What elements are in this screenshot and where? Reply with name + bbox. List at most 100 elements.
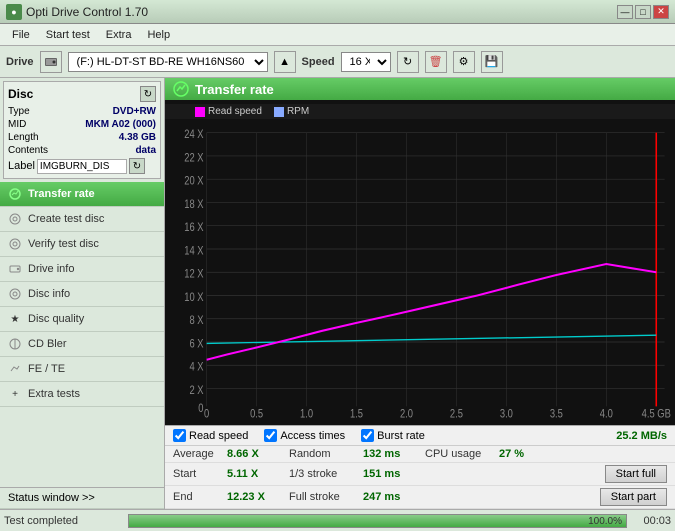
disc-label-input[interactable] <box>37 159 127 174</box>
refresh-button[interactable]: ↻ <box>397 51 419 73</box>
checkboxes-row: Read speed Access times Burst rate 25.2 … <box>165 425 675 445</box>
start-label: Start <box>173 468 223 480</box>
nav-disc-info-label: Disc info <box>28 288 70 300</box>
svg-text:0: 0 <box>204 407 209 420</box>
disc-mid-row: MID MKM A02 (000) <box>8 119 156 130</box>
svg-text:8 X: 8 X <box>189 314 204 328</box>
menu-help[interactable]: Help <box>139 27 178 43</box>
svg-text:3.0: 3.0 <box>500 407 513 420</box>
svg-text:10 X: 10 X <box>184 291 204 305</box>
menu-start-test[interactable]: Start test <box>38 27 98 43</box>
burst-rate-checkbox[interactable] <box>361 429 374 442</box>
erase-button[interactable]: 🗑 <box>425 51 447 73</box>
status-window-button[interactable]: Status window >> <box>0 488 164 509</box>
svg-text:22 X: 22 X <box>184 151 204 165</box>
end-value: 12.23 X <box>227 491 277 503</box>
nav-create-test-disc[interactable]: Create test disc <box>0 207 164 232</box>
verify-disc-icon <box>8 237 22 251</box>
disc-length-row: Length 4.38 GB <box>8 132 156 143</box>
svg-text:2 X: 2 X <box>189 384 204 398</box>
menu-bar: File Start test Extra Help <box>0 24 675 46</box>
nav-disc-info[interactable]: Disc info <box>0 282 164 307</box>
nav-verify-test-disc-label: Verify test disc <box>28 238 99 250</box>
nav-fe-te[interactable]: FE / TE <box>0 357 164 382</box>
disc-label-refresh[interactable]: ↻ <box>129 158 145 174</box>
drive-icon-btn[interactable] <box>40 51 62 73</box>
menu-extra[interactable]: Extra <box>98 27 140 43</box>
disc-label-label: Label <box>8 160 35 172</box>
read-speed-check: Read speed <box>173 429 248 442</box>
cpu-usage-value: 27 % <box>499 448 667 460</box>
eject-button[interactable]: ▲ <box>274 51 296 73</box>
settings-button[interactable]: ⚙ <box>453 51 475 73</box>
svg-text:4.5 GB: 4.5 GB <box>642 407 671 420</box>
legend-read-speed-color <box>195 107 205 117</box>
sidebar: Disc ↻ Type DVD+RW MID MKM A02 (000) Len… <box>0 78 165 509</box>
burst-rate-check-label: Burst rate <box>377 430 425 442</box>
disc-mid-label: MID <box>8 119 26 130</box>
svg-text:4.0: 4.0 <box>600 407 613 420</box>
stats-area: Average 8.66 X Random 132 ms CPU usage 2… <box>165 445 675 509</box>
disc-title: Disc <box>8 87 33 101</box>
svg-text:2.5: 2.5 <box>450 407 463 420</box>
access-times-checkbox[interactable] <box>264 429 277 442</box>
random-label: Random <box>289 448 359 460</box>
progress-label: 100.0% <box>588 515 622 529</box>
svg-text:6 X: 6 X <box>189 337 204 351</box>
svg-text:16 X: 16 X <box>184 221 204 235</box>
status-window-label: Status window >> <box>8 492 95 504</box>
transfer-rate-icon <box>8 187 22 201</box>
disc-info-icon <box>8 287 22 301</box>
speed-select[interactable]: 16 X <box>341 52 391 72</box>
disc-type-label: Type <box>8 106 30 117</box>
nav-drive-info[interactable]: Drive info <box>0 257 164 282</box>
disc-label-row: Label ↻ <box>8 158 156 174</box>
legend-rpm-color <box>274 107 284 117</box>
menu-file[interactable]: File <box>4 27 38 43</box>
nav-transfer-rate[interactable]: Transfer rate <box>0 182 164 207</box>
burst-rate-check: Burst rate <box>361 429 425 442</box>
svg-text:24 X: 24 X <box>184 128 204 142</box>
disc-contents-row: Contents data <box>8 145 156 156</box>
disc-mid-value: MKM A02 (000) <box>85 119 156 130</box>
progress-bar: 100.0% <box>128 514 627 528</box>
access-times-check: Access times <box>264 429 345 442</box>
chart-graph: 24 X 22 X 20 X 18 X 16 X 14 X 12 X 10 X … <box>165 119 675 420</box>
one-third-stroke-label: 1/3 stroke <box>289 468 359 480</box>
disc-contents-label: Contents <box>8 145 48 156</box>
sidebar-bottom: Status window >> <box>0 487 164 509</box>
maximize-button[interactable]: □ <box>635 5 651 19</box>
svg-text:0: 0 <box>198 402 203 416</box>
progress-bar-fill <box>129 515 626 527</box>
close-button[interactable]: ✕ <box>653 5 669 19</box>
chart-legend: Read speed RPM <box>165 104 675 119</box>
main-area: Disc ↻ Type DVD+RW MID MKM A02 (000) Len… <box>0 78 675 509</box>
read-speed-checkbox[interactable] <box>173 429 186 442</box>
chart-title: Transfer rate <box>195 82 274 97</box>
time-display: 00:03 <box>631 515 671 527</box>
save-button[interactable]: 💾 <box>481 51 503 73</box>
disc-quality-icon: ★ <box>8 312 22 326</box>
nav-drive-info-label: Drive info <box>28 263 74 275</box>
title-controls: — □ ✕ <box>617 5 669 19</box>
disc-refresh-button[interactable]: ↻ <box>140 86 156 102</box>
svg-text:1.0: 1.0 <box>300 407 313 420</box>
nav-cd-bler[interactable]: CD Bler <box>0 332 164 357</box>
one-third-stroke-value: 151 ms <box>363 468 413 480</box>
nav-extra-tests[interactable]: + Extra tests <box>0 382 164 407</box>
minimize-button[interactable]: — <box>617 5 633 19</box>
svg-text:4 X: 4 X <box>189 361 204 375</box>
start-full-button[interactable]: Start full <box>605 465 667 483</box>
stats-row-1: Average 8.66 X Random 132 ms CPU usage 2… <box>165 446 675 463</box>
nav-verify-test-disc[interactable]: Verify test disc <box>0 232 164 257</box>
nav-disc-quality[interactable]: ★ Disc quality <box>0 307 164 332</box>
legend-rpm: RPM <box>274 106 309 117</box>
svg-text:12 X: 12 X <box>184 268 204 282</box>
extra-tests-icon: + <box>8 387 22 401</box>
window-title: Opti Drive Control 1.70 <box>26 5 148 19</box>
start-part-button[interactable]: Start part <box>600 488 667 506</box>
title-bar-left: ● Opti Drive Control 1.70 <box>6 4 148 20</box>
chart-header-icon <box>173 81 189 97</box>
drive-select[interactable]: (F:) HL-DT-ST BD-RE WH16NS60 1.01 <box>68 52 268 72</box>
svg-text:14 X: 14 X <box>184 244 204 258</box>
